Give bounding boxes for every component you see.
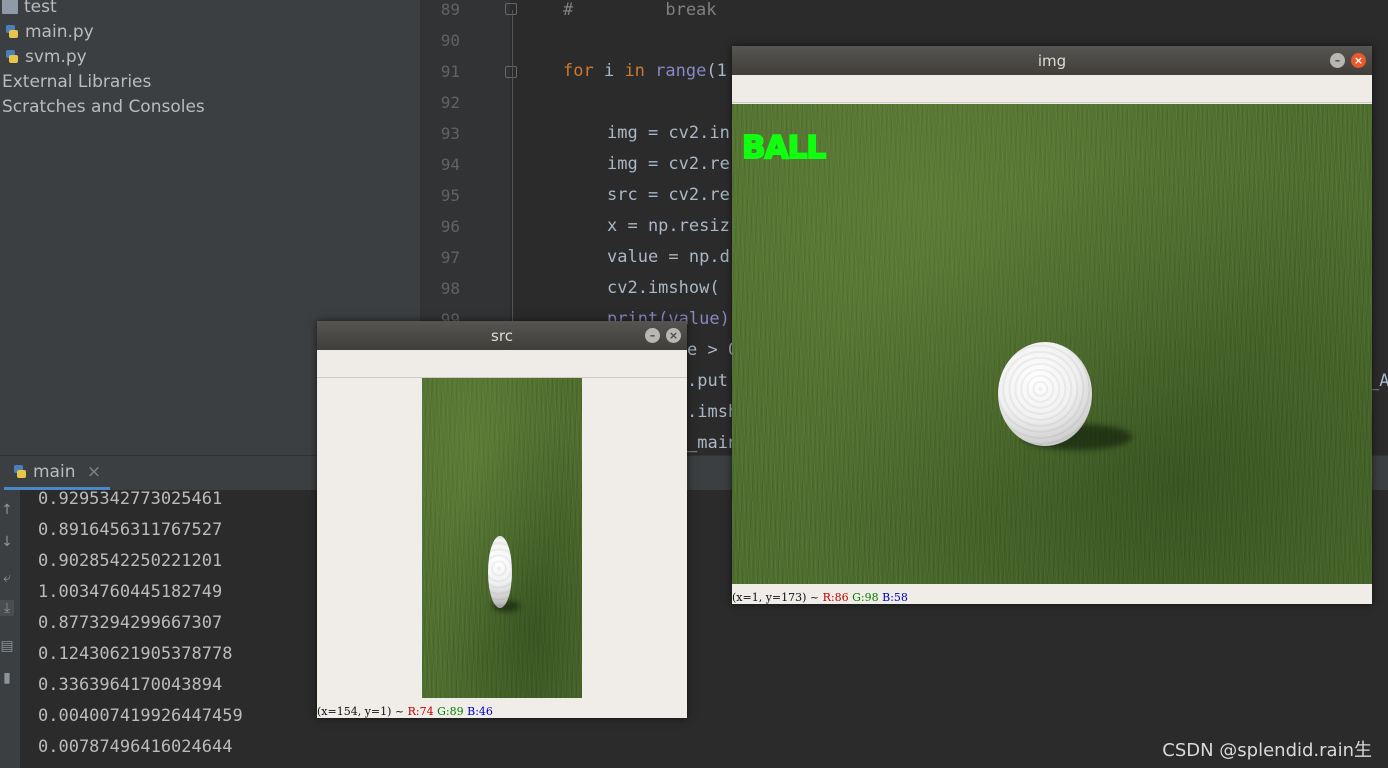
window-title: img [1037, 52, 1067, 70]
console-output-line: 1.0034760445182749 [38, 582, 223, 602]
scroll-to-end-icon[interactable]: ⤓ [0, 600, 14, 616]
line-number: 94 [440, 155, 460, 174]
tab-run-main[interactable]: main × [6, 462, 101, 488]
status-blue: B:58 [882, 591, 908, 604]
minimize-icon[interactable]: – [1330, 53, 1345, 68]
down-arrow-icon[interactable]: ↓ [0, 534, 14, 550]
status-coords: (x=1, y=173) ~ [732, 591, 823, 604]
close-icon[interactable]: × [1351, 53, 1366, 68]
console-output-line: 0.9295342773025461 [38, 489, 223, 509]
status-blue: B:46 [467, 705, 493, 718]
ball-overlay-label: BALL [741, 129, 827, 167]
line-number: 90 [440, 31, 460, 50]
python-file-icon [6, 25, 18, 38]
folder-icon [2, 0, 18, 14]
line-number: 91 [440, 62, 460, 81]
line-number: 89 [440, 0, 460, 19]
console-output-line: 0.3363964170043894 [38, 675, 223, 695]
window-titlebar[interactable]: src – × [317, 321, 687, 351]
code-token: i [593, 61, 625, 81]
status-green: G:98 [852, 591, 879, 604]
code-line-93: img = cv2.in [607, 123, 730, 143]
status-red: R:86 [822, 591, 849, 604]
status-coords: (x=154, y=1) ~ [317, 705, 408, 718]
line-number: 93 [440, 124, 460, 143]
keyword: in [624, 61, 645, 81]
code-line-95: src = cv2.re [607, 185, 730, 205]
console-output-line: 0.8916456311767527 [38, 520, 223, 540]
console-output-line: 0.9028542250221201 [38, 551, 223, 571]
python-run-icon [14, 465, 26, 478]
golf-ball [998, 342, 1092, 446]
tab-label: main [33, 462, 76, 482]
code-token: (1 [706, 61, 727, 81]
fold-marker-icon[interactable] [505, 3, 517, 15]
window-title: src [491, 327, 513, 345]
code-line-100: e > 0 [687, 340, 739, 360]
window-toolbar [317, 350, 687, 378]
src-window[interactable]: src – × (x=154, y=1) ~ R:74 G:89 B:46 [317, 321, 687, 718]
code-line-98: cv2.imshow( [607, 278, 720, 298]
keyword: for [563, 61, 594, 81]
status-bar: (x=154, y=1) ~ R:74 G:89 B:46 [317, 705, 493, 718]
tree-item-label: main.py [25, 22, 94, 42]
code-line-89: # break [563, 0, 717, 20]
window-toolbar [732, 75, 1372, 103]
tree-item-test[interactable]: test [2, 0, 57, 22]
line-number: 96 [440, 217, 460, 236]
close-icon[interactable]: × [87, 462, 101, 482]
tree-item-label: External Libraries [2, 72, 152, 92]
status-bar: (x=1, y=173) ~ R:86 G:98 B:58 [732, 591, 908, 604]
up-arrow-icon[interactable]: ↑ [0, 502, 14, 518]
window-titlebar[interactable]: img – × [732, 46, 1372, 76]
trash-icon[interactable]: ▮ [0, 670, 14, 686]
code-line-91: for i in range(1 [563, 61, 727, 81]
fold-marker-icon[interactable] [505, 66, 517, 78]
tree-item-scratches[interactable]: Scratches and Consoles [2, 97, 205, 122]
code-line-101: .put [687, 371, 728, 391]
status-red: R:74 [407, 705, 434, 718]
soft-wrap-icon[interactable]: ⤶ [0, 570, 14, 586]
golf-ball [488, 536, 512, 608]
code-line-94: img = cv2.re [607, 154, 730, 174]
status-green: G:89 [437, 705, 464, 718]
line-number: 97 [440, 248, 460, 267]
line-number: 95 [440, 186, 460, 205]
img-window[interactable]: img – × BALL (x=1, y=173) ~ R:86 G:98 B:… [732, 46, 1372, 604]
print-icon[interactable]: ▤ [0, 638, 14, 654]
close-icon[interactable]: × [666, 328, 681, 343]
tree-item-label: test [24, 0, 57, 17]
run-toolbar: ↑ ↓ ⤶ ⤓ ▤ ▮ [0, 490, 20, 768]
tree-item-external-libraries[interactable]: External Libraries [2, 72, 151, 97]
console-output-line: 0.00787496416024644 [38, 737, 233, 757]
tree-item-label: Scratches and Consoles [2, 97, 205, 117]
tree-item-label: svm.py [25, 47, 87, 67]
console-output-line: 0.12430621905378778 [38, 644, 233, 664]
console-output-line: 0.004007419926447459 [38, 706, 243, 726]
line-number: 92 [440, 93, 460, 112]
line-number: 98 [440, 279, 460, 298]
python-file-icon [6, 50, 18, 63]
code-line-96: x = np.resiz [607, 216, 730, 236]
tree-item-svm-py[interactable]: svm.py [2, 47, 87, 72]
code-line-97: value = np.d [607, 247, 730, 267]
code-line-102: .imsh [687, 402, 739, 422]
watermark: CSDN @splendid.rain生 [1162, 740, 1372, 761]
img-image[interactable]: BALL [732, 104, 1372, 584]
console-output-line: 0.8773294299667307 [38, 613, 223, 633]
src-image[interactable] [422, 378, 582, 698]
builtin: range [644, 61, 707, 81]
tree-item-main-py[interactable]: main.py [2, 22, 94, 47]
minimize-icon[interactable]: – [645, 328, 660, 343]
